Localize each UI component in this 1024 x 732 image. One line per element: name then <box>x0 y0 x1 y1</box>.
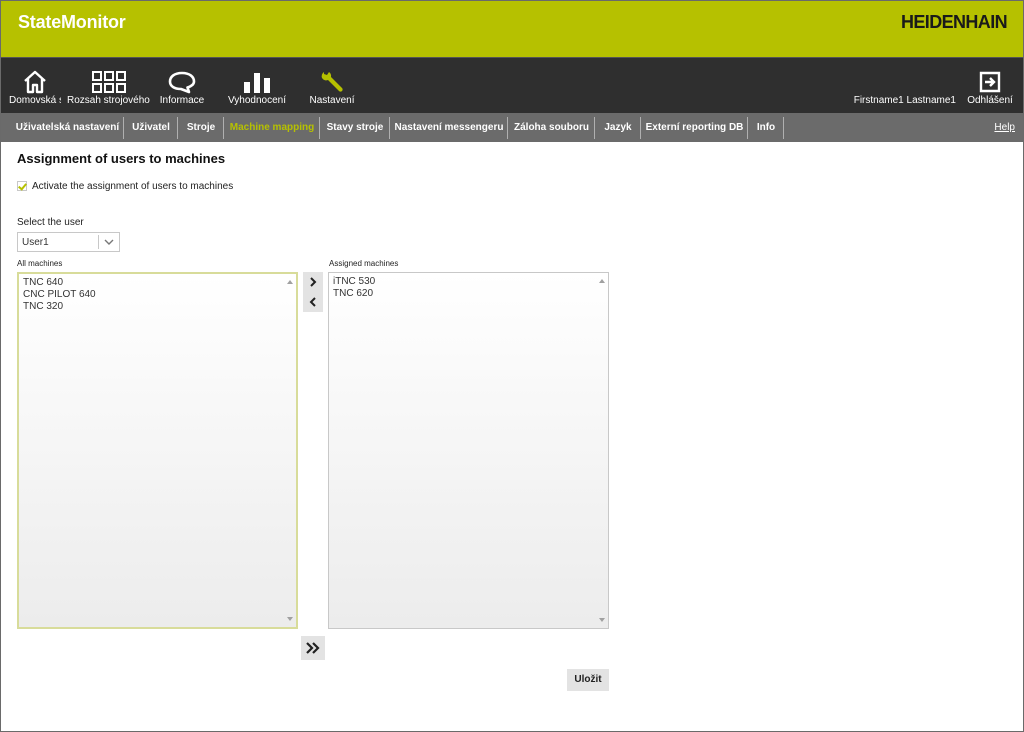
user-select[interactable]: User1 <box>17 232 120 252</box>
list-item[interactable]: TNC 640 <box>23 277 96 289</box>
save-button[interactable]: Uložit <box>567 669 609 691</box>
list-item[interactable]: iTNC 530 <box>333 276 375 288</box>
user-select-value: User1 <box>22 237 49 248</box>
nav-item-evaluation[interactable]: Vyhodnocení <box>227 58 287 114</box>
tab-machine-mapping[interactable]: Machine mapping <box>225 117 320 139</box>
tab-user-settings[interactable]: Uživatelská nastavení <box>12 117 124 139</box>
tab-machine-states[interactable]: Stavy stroje <box>321 117 390 139</box>
logout-button[interactable]: Odhlášení <box>965 58 1015 114</box>
nav-item-home[interactable]: Domovská s <box>9 58 61 114</box>
nav-item-machine-range[interactable]: Rozsah strojového p <box>67 58 151 114</box>
assigned-machines-list[interactable]: iTNC 530 TNC 620 <box>328 272 609 629</box>
tab-language[interactable]: Jazyk <box>596 117 641 139</box>
bar-chart-icon <box>227 69 287 95</box>
scroll-up-icon[interactable] <box>596 275 608 287</box>
all-machines-list[interactable]: TNC 640 CNC PILOT 640 TNC 320 <box>17 272 298 629</box>
scrollbar[interactable] <box>284 274 296 627</box>
logout-icon <box>965 69 1015 95</box>
tab-user[interactable]: Uživatel <box>125 117 178 139</box>
nav-item-info[interactable]: Informace <box>157 58 207 114</box>
chevron-down-icon <box>103 236 115 248</box>
double-chevron-right-icon <box>306 642 320 654</box>
wrench-icon <box>305 69 359 95</box>
scrollbar[interactable] <box>596 273 608 628</box>
activate-assignment-row: Activate the assignment of users to mach… <box>17 180 233 192</box>
move-left-button[interactable] <box>303 292 323 312</box>
tab-messenger-settings[interactable]: Nastavení messengeru <box>391 117 508 139</box>
nav-item-label: Nastavení <box>309 95 355 106</box>
chevron-left-icon <box>309 297 316 307</box>
chat-bubble-icon <box>157 69 207 95</box>
home-icon <box>9 69 61 95</box>
list-item[interactable]: TNC 320 <box>23 301 96 313</box>
activate-assignment-checkbox[interactable] <box>17 181 27 191</box>
nav-item-label: Domovská s <box>9 95 61 106</box>
sub-nav: Uživatelská nastavení Uživatel Stroje Ma… <box>1 113 1023 142</box>
main-nav: Domovská s Rozsah strojového p Informace <box>1 57 1023 113</box>
assigned-machines-label: Assigned machines <box>329 259 399 268</box>
scroll-down-icon[interactable] <box>284 613 296 625</box>
top-bar: StateMonitor HEIDENHAIN <box>1 1 1023 57</box>
move-all-button[interactable] <box>301 636 325 660</box>
all-machines-label: All machines <box>17 259 63 268</box>
nav-item-label: Vyhodnocení <box>227 95 286 106</box>
chevron-right-icon <box>310 277 317 287</box>
list-item[interactable]: CNC PILOT 640 <box>23 289 96 301</box>
tab-machines[interactable]: Stroje <box>179 117 224 139</box>
select-divider <box>98 235 99 249</box>
tab-external-reporting-db[interactable]: Externí reporting DB <box>642 117 748 139</box>
logout-label: Odhlášení <box>967 95 1013 106</box>
scroll-down-icon[interactable] <box>596 614 608 626</box>
tab-info[interactable]: Info <box>749 117 784 139</box>
user-name: Firstname1 Lastname1 <box>853 95 956 106</box>
move-right-button[interactable] <box>303 272 323 292</box>
list-item[interactable]: TNC 620 <box>333 288 375 300</box>
all-machines-items: TNC 640 CNC PILOT 640 TNC 320 <box>23 277 96 313</box>
nav-item-settings[interactable]: Nastavení <box>305 58 359 114</box>
tab-file-backup[interactable]: Záloha souboru <box>509 117 595 139</box>
assigned-machines-items: iTNC 530 TNC 620 <box>333 276 375 300</box>
scroll-up-icon[interactable] <box>284 276 296 288</box>
brand-logo: HEIDENHAIN <box>900 12 1008 32</box>
help-link[interactable]: Help <box>994 117 1015 139</box>
app-title: StateMonitor <box>18 12 126 32</box>
select-user-label: Select the user <box>17 217 84 228</box>
page-title: Assignment of users to machines <box>17 151 226 166</box>
activate-assignment-label: Activate the assignment of users to mach… <box>32 180 234 192</box>
nav-item-label: Informace <box>159 95 205 106</box>
grid-icon <box>67 69 151 95</box>
nav-item-label: Rozsah strojového p <box>67 95 151 106</box>
